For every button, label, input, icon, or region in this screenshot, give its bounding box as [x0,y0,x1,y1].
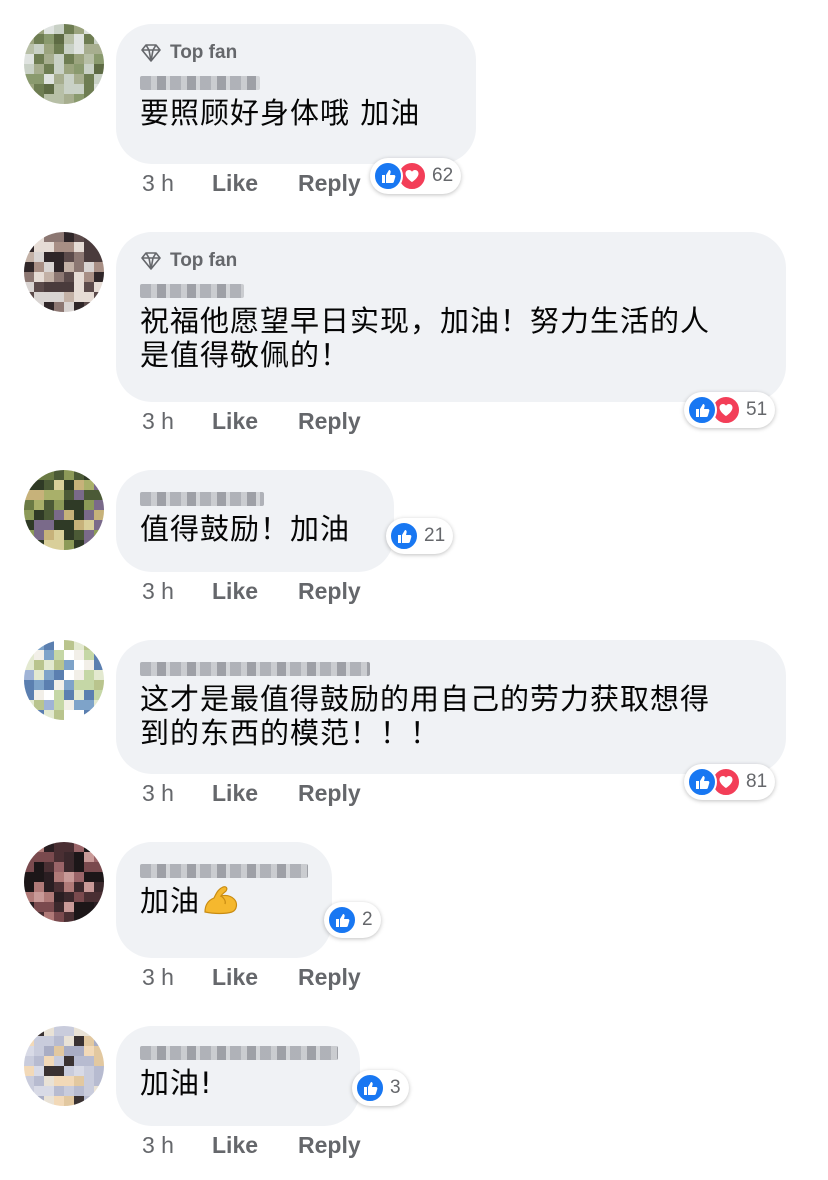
badge-label: Top fan [170,42,238,63]
avatar[interactable] [24,24,104,104]
author-name[interactable] [140,76,260,90]
like-button[interactable]: Like [212,780,298,807]
comment-text: 值得鼓励！加油 [140,512,351,546]
diamond-icon [141,44,161,62]
reaction-summary[interactable]: 2 [324,902,381,938]
reply-button[interactable]: Reply [298,578,361,605]
avatar[interactable] [24,1026,104,1106]
like-button[interactable]: Like [212,964,298,991]
reply-button[interactable]: Reply [298,780,361,807]
author-name[interactable] [140,284,244,298]
reaction-count: 3 [390,1077,401,1098]
reaction-summary[interactable]: 3 [352,1070,409,1106]
reaction-summary[interactable]: 51 [684,392,776,428]
reaction-count: 21 [424,525,446,546]
reaction-summary[interactable]: 62 [370,158,462,194]
avatar[interactable] [24,232,104,312]
reaction-count: 81 [746,771,768,792]
author-name[interactable] [140,864,308,878]
reaction-summary[interactable]: 81 [684,764,776,800]
flexed-biceps-icon [204,886,238,915]
comment-bubble: 加油! [116,1026,360,1126]
timestamp[interactable]: 3 h [142,964,212,991]
comment-text: 要照顾好身体哦 加油 [140,96,421,130]
top-fan-badge: Top fan [140,40,450,66]
timestamp[interactable]: 3 h [142,578,212,605]
timestamp[interactable]: 3 h [142,1132,212,1159]
reply-button[interactable]: Reply [298,408,361,435]
comment-bubble: 这才是最值得鼓励的用自己的劳力获取想得 到的东西的模范！！！ [116,640,786,774]
comment-text: 加油 [140,884,306,918]
reply-button[interactable]: Reply [298,964,361,991]
comment-bubble: Top fan 祝福他愿望早日实现，加油！努力生活的人 是值得敬佩的！ [116,232,786,402]
author-name[interactable] [140,1046,338,1060]
comment-bubble: Top fan 要照顾好身体哦 加油 [116,24,476,164]
like-reaction-icon [687,395,717,425]
like-reaction-icon [687,767,717,797]
reaction-count: 2 [362,909,373,930]
reaction-count: 51 [746,399,768,420]
timestamp[interactable]: 3 h [142,408,212,435]
top-fan-badge: Top fan [140,248,760,274]
like-reaction-icon [327,905,357,935]
reaction-count: 62 [432,165,454,186]
comment-text: 这才是最值得鼓励的用自己的劳力获取想得 到的东西的模范！！！ [140,682,711,750]
like-button[interactable]: Like [212,578,298,605]
avatar[interactable] [24,470,104,550]
comment-text: 加油! [140,1066,213,1100]
like-reaction-icon [389,521,419,551]
comment-bubble: 加油 [116,842,332,958]
author-name[interactable] [140,492,264,506]
author-name[interactable] [140,662,370,676]
like-button[interactable]: Like [212,170,298,197]
reaction-summary[interactable]: 21 [386,518,454,554]
like-reaction-icon [373,161,403,191]
diamond-icon [141,252,161,270]
comment-text: 祝福他愿望早日实现，加油！努力生活的人 是值得敬佩的！ [140,304,711,372]
like-reaction-icon [355,1073,385,1103]
comment-bubble: 值得鼓励！加油 [116,470,394,572]
like-button[interactable]: Like [212,1132,298,1159]
badge-label: Top fan [170,250,238,271]
reply-button[interactable]: Reply [298,1132,361,1159]
timestamp[interactable]: 3 h [142,780,212,807]
reply-button[interactable]: Reply [298,170,361,197]
avatar[interactable] [24,842,104,922]
like-button[interactable]: Like [212,408,298,435]
avatar[interactable] [24,640,104,720]
timestamp[interactable]: 3 h [142,170,212,197]
